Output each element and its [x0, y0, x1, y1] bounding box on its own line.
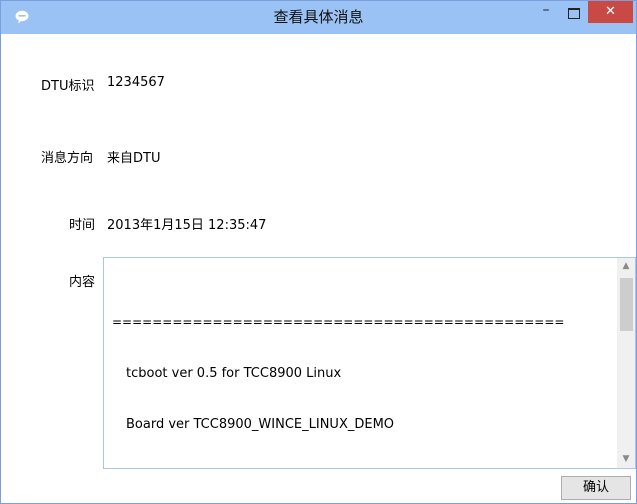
ok-button[interactable]: 确认 [561, 476, 631, 500]
maximize-icon [568, 8, 580, 19]
content-line: ========================================… [112, 315, 565, 329]
vertical-scrollbar[interactable]: ▲ ▼ [617, 258, 635, 468]
message-detail-window: 查看具体消息 – ✕ DTU标识 1234567 消息方向 来自DTU 时间 2… [0, 0, 637, 504]
direction-label: 消息方向 [41, 151, 94, 166]
content-line: Board ver TCC8900_WINCE_LINUX_DEMO [126, 417, 395, 432]
content-label: 内容 [69, 275, 96, 290]
content-line: tcboot ver 0.5 for TCC8900 Linux [126, 366, 342, 381]
scroll-down-icon[interactable]: ▼ [617, 451, 635, 468]
scrollbar-thumb[interactable] [620, 278, 633, 331]
time-value: 2013年1月15日 12:35:47 [107, 218, 267, 233]
maximize-button[interactable] [560, 1, 588, 23]
scroll-up-icon[interactable]: ▲ [617, 258, 635, 275]
close-button[interactable]: ✕ [588, 1, 633, 23]
dtu-id-label: DTU标识 [41, 79, 95, 94]
direction-value: 来自DTU [107, 151, 161, 166]
time-label: 时间 [69, 218, 96, 233]
dtu-id-value: 1234567 [107, 75, 165, 90]
minimize-button[interactable]: – [532, 1, 560, 23]
title-bar[interactable]: 查看具体消息 – ✕ [1, 1, 636, 34]
content-textbox[interactable]: ========================================… [103, 257, 636, 469]
